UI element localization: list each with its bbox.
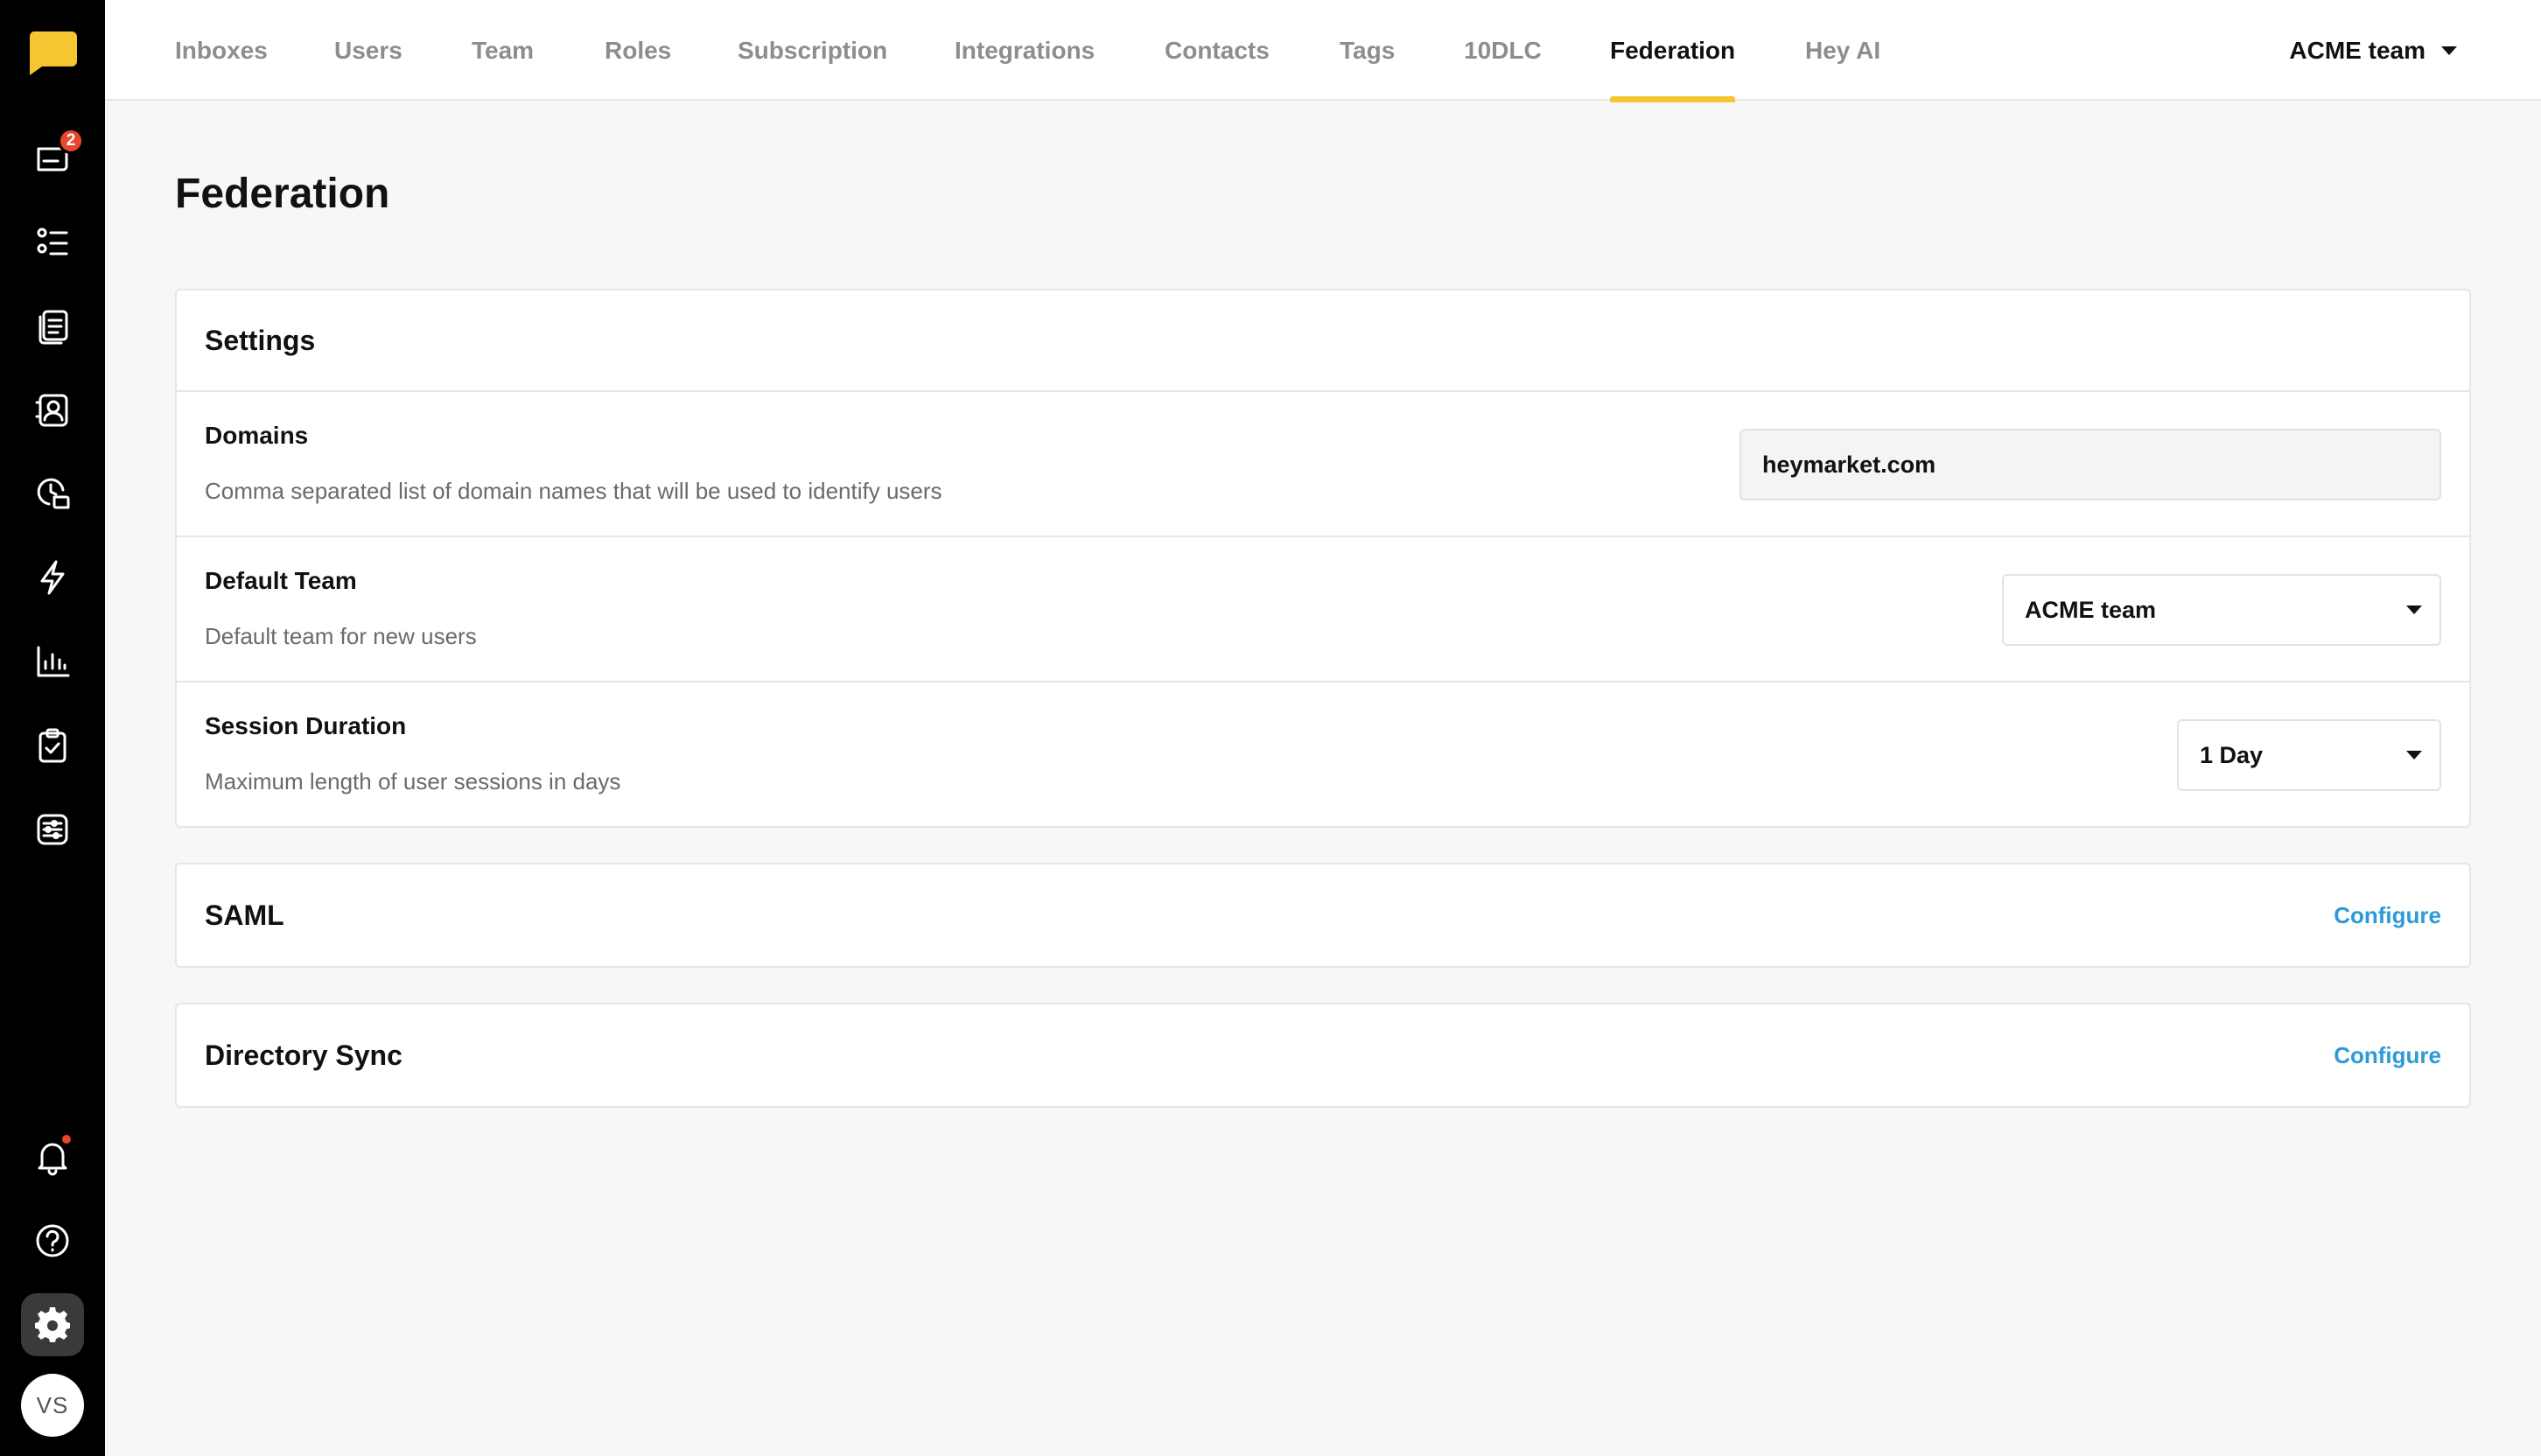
gear-icon <box>35 1307 70 1342</box>
lightning-icon <box>40 560 65 595</box>
saml-configure-link[interactable]: Configure <box>2334 902 2441 929</box>
tab-users[interactable]: Users <box>334 0 402 101</box>
domains-input[interactable] <box>1740 429 2441 500</box>
default-team-value: ACME team <box>2025 596 2157 623</box>
nav-documents[interactable] <box>21 294 84 357</box>
default-team-description: Default team for new users <box>205 623 477 649</box>
inbox-badge: 2 <box>58 128 84 154</box>
tab-inboxes[interactable]: Inboxes <box>175 0 268 101</box>
sliders-icon <box>37 814 68 845</box>
clipboard-check-icon <box>38 728 66 763</box>
nav-settings[interactable] <box>21 1293 84 1356</box>
logo-chat-icon <box>29 32 77 75</box>
settings-header: Settings <box>177 290 2469 390</box>
caret-down-icon <box>2406 606 2422 614</box>
saml-title: SAML <box>205 899 284 931</box>
default-team-select[interactable]: ACME team <box>2002 574 2441 646</box>
saml-card: SAML Configure <box>175 863 2471 968</box>
contacts-icon <box>35 394 68 427</box>
session-duration-row: Session Duration Maximum length of user … <box>177 681 2469 826</box>
tab-contacts[interactable]: Contacts <box>1165 0 1270 101</box>
nav-automations[interactable] <box>21 546 84 609</box>
session-duration-value: 1 Day <box>2200 741 2264 768</box>
nav-history[interactable] <box>21 462 84 525</box>
nav-lists[interactable] <box>21 210 84 273</box>
team-selector-label: ACME team <box>2289 36 2426 64</box>
domains-description: Comma separated list of domain names tha… <box>205 478 942 504</box>
page-title: Federation <box>175 171 390 217</box>
nav-inbox[interactable]: 2 <box>21 126 84 189</box>
nav-notifications[interactable] <box>21 1125 84 1188</box>
session-duration-description: Maximum length of user sessions in days <box>205 768 621 794</box>
history-chat-icon <box>37 478 70 509</box>
notification-dot <box>60 1132 74 1146</box>
tab-federation[interactable]: Federation <box>1610 0 1736 102</box>
tab-tags[interactable]: Tags <box>1340 0 1395 101</box>
bar-chart-icon <box>37 646 70 677</box>
domains-row: Domains Comma separated list of domain n… <box>177 390 2469 536</box>
sidebar: 2 VS <box>0 0 105 1456</box>
directory-sync-header: Directory Sync Configure <box>177 1004 2469 1106</box>
domains-label: Domains <box>205 422 309 449</box>
tab-integrations[interactable]: Integrations <box>955 0 1095 101</box>
tab-team[interactable]: Team <box>472 0 534 101</box>
directory-sync-card: Directory Sync Configure <box>175 1003 2471 1108</box>
default-team-row: Default Team Default team for new users … <box>177 536 2469 681</box>
help-icon <box>36 1224 69 1257</box>
nav-tasks[interactable] <box>21 714 84 777</box>
caret-down-icon <box>2441 46 2457 55</box>
default-team-label: Default Team <box>205 567 357 594</box>
settings-card: Settings Domains Comma separated list of… <box>175 289 2471 828</box>
tab-10dlc[interactable]: 10DLC <box>1464 0 1542 101</box>
top-nav: Inboxes Users Team Roles Subscription In… <box>105 0 2541 102</box>
documents-icon <box>38 310 68 345</box>
directory-sync-title: Directory Sync <box>205 1039 402 1071</box>
settings-title: Settings <box>205 324 316 356</box>
nav-help[interactable] <box>21 1209 84 1272</box>
app-logo[interactable] <box>21 21 84 84</box>
user-avatar[interactable]: VS <box>21 1374 84 1437</box>
nav-configuration[interactable] <box>21 798 84 861</box>
session-duration-select[interactable]: 1 Day <box>2177 719 2441 791</box>
tab-subscription[interactable]: Subscription <box>738 0 887 101</box>
team-selector[interactable]: ACME team <box>2289 0 2457 101</box>
nav-reports[interactable] <box>21 630 84 693</box>
tab-roles[interactable]: Roles <box>605 0 671 101</box>
tab-hey-ai[interactable]: Hey AI <box>1805 0 1880 101</box>
directory-sync-configure-link[interactable]: Configure <box>2334 1042 2441 1069</box>
session-duration-label: Session Duration <box>205 712 407 739</box>
nav-contacts[interactable] <box>21 378 84 441</box>
list-icon <box>37 228 68 256</box>
caret-down-icon <box>2406 751 2422 760</box>
saml-header: SAML Configure <box>177 864 2469 966</box>
